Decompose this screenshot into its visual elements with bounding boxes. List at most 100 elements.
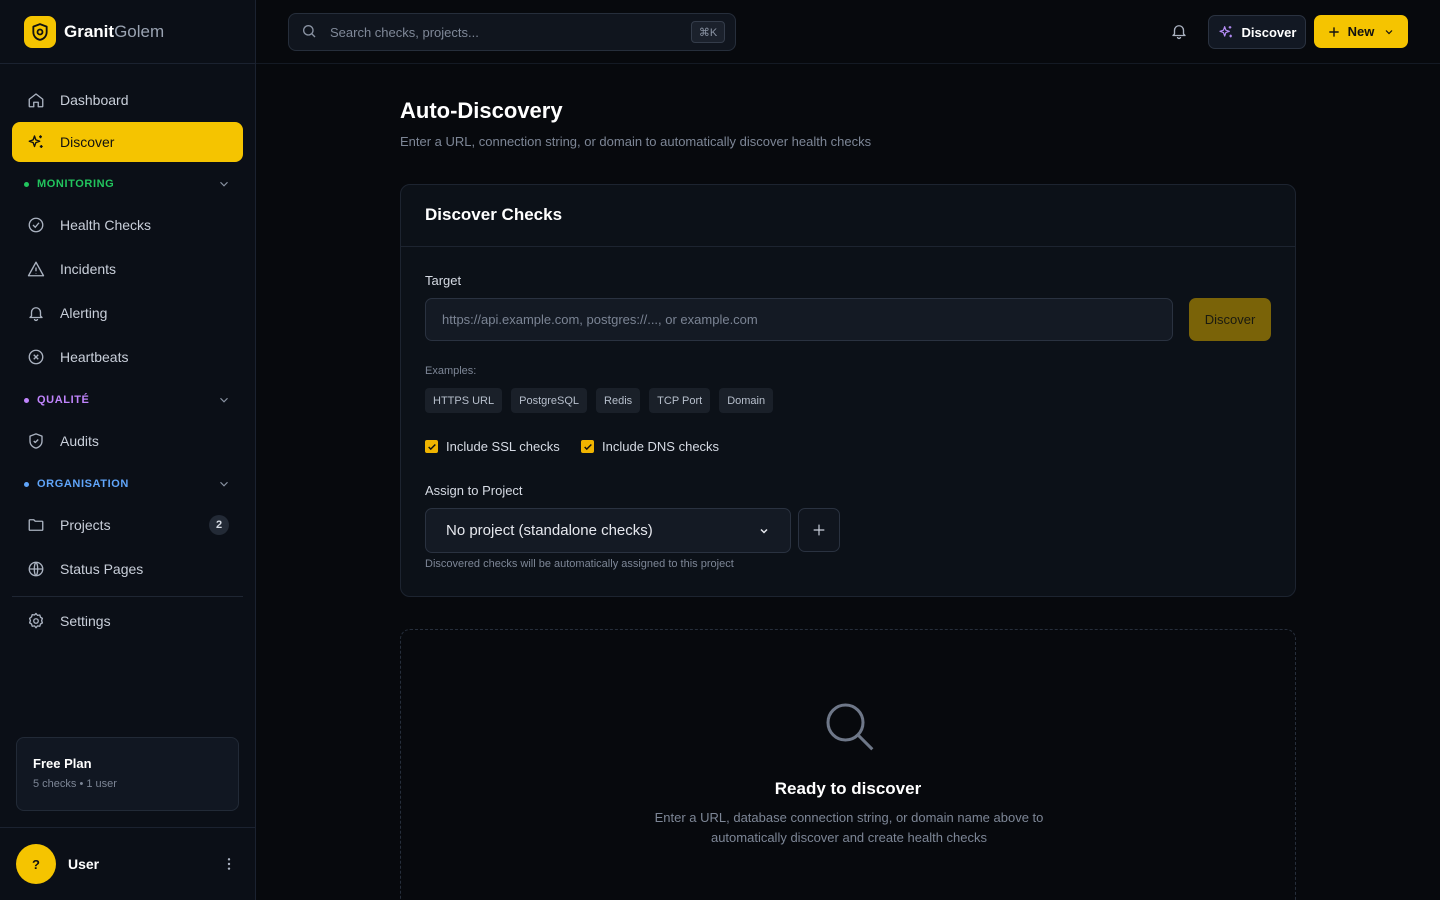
avatar: ?: [16, 844, 56, 884]
chevron-down-icon: [217, 393, 231, 407]
section-label: MONITORING: [37, 178, 115, 190]
sidebar-item-label: Dashboard: [60, 92, 129, 108]
examples-label: Examples:: [425, 365, 477, 377]
discover-card: Discover Checks Target Discover Examples…: [400, 184, 1296, 597]
sidebar-item-label: Incidents: [60, 261, 117, 277]
status-dot: [24, 397, 29, 403]
status-dot: [24, 181, 29, 187]
x-circle-icon: [26, 347, 46, 367]
notifications-bell-icon[interactable]: [1170, 22, 1190, 42]
sidebar-item-label: Projects: [60, 517, 111, 533]
search-input[interactable]: Search checks, projects...: [330, 25, 479, 40]
sidebar-item-status-pages[interactable]: Status Pages: [12, 548, 243, 590]
select-value: No project (standalone checks): [446, 522, 653, 539]
sidebar-item-label: Audits: [60, 433, 99, 449]
brand-name-bold: Granit: [64, 21, 115, 41]
user-name: User: [68, 856, 100, 872]
target-input[interactable]: [425, 298, 1173, 341]
topbar-discover-button[interactable]: Discover: [1208, 15, 1306, 49]
check-circle-icon: [26, 215, 46, 235]
button-label: Discover: [1241, 24, 1297, 40]
section-label: QUALITÉ: [37, 394, 90, 406]
plan-title: Free Plan: [33, 756, 92, 771]
sidebar: GranitGolem Dashboard Discover MONITORIN…: [0, 0, 256, 900]
section-monitoring[interactable]: MONITORING: [12, 164, 243, 204]
dns-checkbox[interactable]: Include DNS checks: [581, 439, 719, 454]
divider: [12, 596, 243, 597]
sidebar-item-label: Alerting: [60, 305, 108, 321]
search-icon: [301, 23, 319, 41]
example-chip[interactable]: Redis: [596, 388, 641, 413]
globe-icon: [26, 559, 46, 579]
user-row[interactable]: ? User: [0, 827, 255, 900]
bell-icon: [26, 303, 46, 323]
example-chip[interactable]: TCP Port: [649, 388, 711, 413]
section-qualite[interactable]: QUALITÉ: [12, 380, 243, 420]
example-chip[interactable]: HTTPS URL: [425, 388, 503, 413]
shortcut-hint: ⌘K: [691, 21, 725, 43]
chevron-down-icon: [758, 525, 770, 537]
count-badge: 2: [209, 515, 229, 535]
sparkles-icon: [26, 132, 46, 152]
sidebar-item-alerting[interactable]: Alerting: [12, 292, 243, 334]
sidebar-item-audits[interactable]: Audits: [12, 420, 243, 462]
plus-icon: [1327, 25, 1341, 39]
target-label: Target: [425, 273, 462, 288]
checkbox-checked-icon: [581, 440, 594, 453]
sidebar-item-dashboard[interactable]: Dashboard: [12, 80, 243, 120]
checkbox-checked-icon: [425, 440, 438, 453]
sidebar-item-projects[interactable]: Projects 2: [12, 504, 243, 546]
sidebar-item-label: Settings: [60, 613, 111, 629]
section-organisation[interactable]: ORGANISATION: [12, 464, 243, 504]
brand-name-light: Golem: [114, 21, 165, 41]
brand-name: GranitGolem: [64, 22, 164, 42]
sidebar-item-heartbeats[interactable]: Heartbeats: [12, 336, 243, 378]
chevron-down-icon: [1383, 26, 1395, 38]
sparkles-icon: [1218, 24, 1234, 40]
plan-card[interactable]: Free Plan 5 checks • 1 user: [16, 737, 239, 811]
ssl-checkbox[interactable]: Include SSL checks: [425, 439, 560, 454]
new-button[interactable]: New: [1314, 15, 1408, 48]
card-title: Discover Checks: [401, 185, 1295, 247]
plus-icon: [811, 522, 827, 538]
empty-state-text: Enter a URL, database connection string,…: [654, 810, 1044, 845]
project-hint: Discovered checks will be automatically …: [425, 558, 734, 570]
chevron-down-icon: [217, 177, 231, 191]
discover-button[interactable]: Discover: [1189, 298, 1271, 341]
page-title: Auto-Discovery: [400, 98, 563, 123]
sidebar-item-incidents[interactable]: Incidents: [12, 248, 243, 290]
search-bar[interactable]: Search checks, projects... ⌘K: [288, 13, 736, 51]
add-project-button[interactable]: [798, 508, 840, 552]
sidebar-item-health-checks[interactable]: Health Checks: [12, 204, 243, 246]
home-icon: [26, 90, 46, 110]
gear-icon: [26, 611, 46, 631]
brand[interactable]: GranitGolem: [0, 0, 255, 64]
sidebar-item-label: Health Checks: [60, 217, 152, 233]
search-icon: [821, 698, 877, 754]
sidebar-item-settings[interactable]: Settings: [12, 601, 243, 641]
empty-state: Ready to discover Enter a URL, database …: [400, 629, 1296, 900]
chevron-down-icon: [217, 477, 231, 491]
topbar: Search checks, projects... ⌘K Discover N…: [256, 0, 1440, 64]
example-chip[interactable]: Domain: [719, 388, 774, 413]
warning-triangle-icon: [26, 259, 46, 279]
shield-logo-icon: [24, 15, 56, 48]
example-chip[interactable]: PostgreSQL: [511, 388, 588, 413]
sidebar-item-label: Status Pages: [60, 561, 144, 577]
status-dot: [24, 481, 29, 487]
folder-icon: [26, 515, 46, 535]
project-label: Assign to Project: [425, 483, 523, 498]
project-select[interactable]: No project (standalone checks): [425, 508, 791, 553]
page-subtitle: Enter a URL, connection string, or domai…: [400, 134, 872, 149]
empty-state-title: Ready to discover: [774, 779, 922, 798]
sidebar-item-label: Discover: [60, 134, 115, 150]
sidebar-item-discover[interactable]: Discover: [12, 122, 243, 162]
examples-list: HTTPS URL PostgreSQL Redis TCP Port Doma…: [425, 388, 774, 413]
shield-check-icon: [26, 431, 46, 451]
sidebar-item-label: Heartbeats: [60, 349, 129, 365]
plan-subtitle: 5 checks • 1 user: [33, 778, 117, 790]
checkbox-label: Include DNS checks: [602, 439, 720, 454]
button-label: New: [1347, 24, 1375, 39]
checkbox-label: Include SSL checks: [446, 439, 560, 454]
more-vertical-icon[interactable]: [219, 854, 239, 874]
